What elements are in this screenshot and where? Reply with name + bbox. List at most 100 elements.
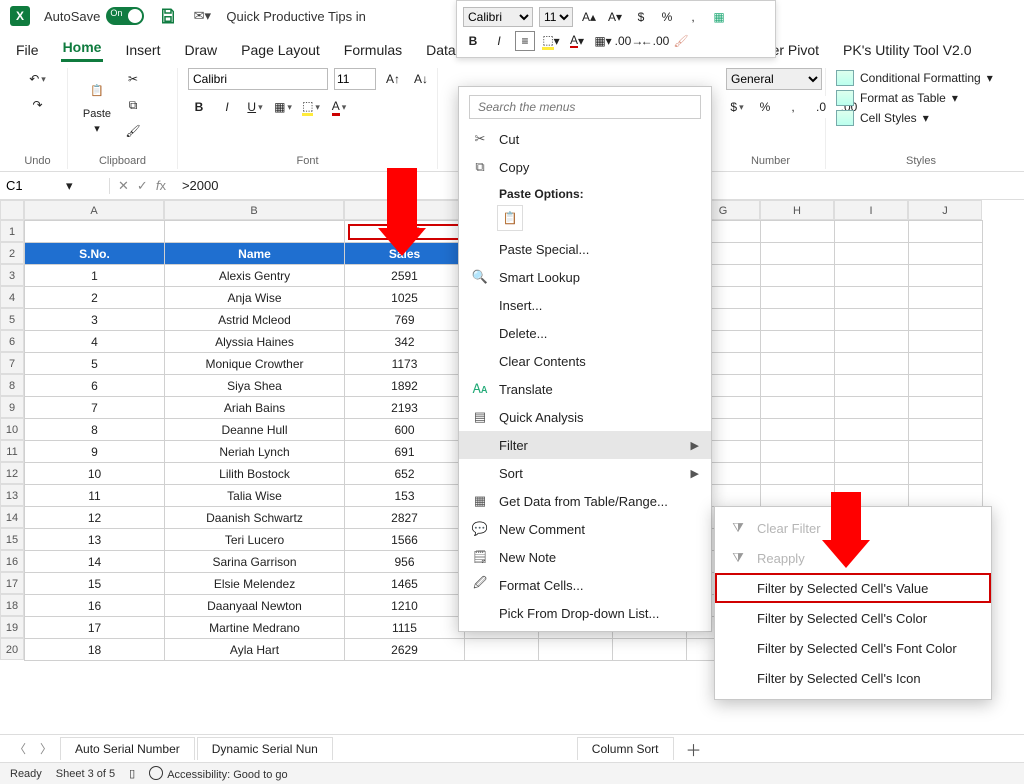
mini-font-name[interactable]: Calibri — [463, 7, 533, 27]
tab-draw[interactable]: Draw — [182, 38, 219, 62]
align-icon[interactable]: ≡ — [515, 31, 535, 51]
ctx-paste-special[interactable]: Paste Special... — [459, 235, 711, 263]
row-header[interactable]: 2 — [0, 242, 24, 264]
accessibility-status[interactable]: Accessibility: Good to go — [149, 766, 287, 781]
ctx-get-data[interactable]: ▦Get Data from Table/Range... — [459, 487, 711, 515]
undo-button[interactable]: ↶ — [27, 68, 49, 90]
cancel-fx-icon[interactable]: ✕ — [118, 178, 129, 194]
shrink-font-icon[interactable]: A↓ — [410, 68, 432, 90]
border-icon[interactable]: ▦▾ — [593, 31, 613, 51]
sheet-tab[interactable]: Auto Serial Number — [60, 737, 195, 760]
tab-utility[interactable]: PK's Utility Tool V2.0 — [841, 38, 973, 62]
row-header[interactable]: 6 — [0, 330, 24, 352]
table-icon[interactable]: ▦ — [709, 7, 729, 27]
painter-icon[interactable]: 🖌 — [122, 120, 144, 142]
row-header[interactable]: 8 — [0, 374, 24, 396]
decrease-font-icon[interactable]: A▾ — [605, 7, 625, 27]
mail-icon[interactable]: ✉▾ — [192, 6, 212, 26]
number-format-combo[interactable]: General — [726, 68, 822, 90]
underline-button[interactable]: U — [244, 96, 266, 118]
ctx-translate[interactable]: 🗛Translate — [459, 375, 711, 403]
sub-filter-font-color[interactable]: Filter by Selected Cell's Font Color — [715, 633, 991, 663]
col-header[interactable]: I — [834, 200, 908, 220]
ctx-pick-list[interactable]: Pick From Drop-down List... — [459, 599, 711, 627]
row-header[interactable]: 1 — [0, 220, 24, 242]
comma-button[interactable]: , — [782, 96, 804, 118]
tab-pagelayout[interactable]: Page Layout — [239, 38, 322, 62]
row-header[interactable]: 10 — [0, 418, 24, 440]
row-header[interactable]: 3 — [0, 264, 24, 286]
ctx-new-note[interactable]: 🗒New Note — [459, 543, 711, 571]
bold-icon[interactable]: B — [463, 31, 483, 51]
ctx-format-cells[interactable]: 🖉Format Cells... — [459, 571, 711, 599]
cell-styles-button[interactable]: Cell Styles ▾ — [836, 108, 1006, 128]
italic-button[interactable]: I — [216, 96, 238, 118]
cut-icon[interactable]: ✂ — [122, 68, 144, 90]
save-icon[interactable] — [158, 6, 178, 26]
col-header[interactable]: J — [908, 200, 982, 220]
tab-data[interactable]: Data — [424, 38, 458, 62]
sub-filter-icon[interactable]: Filter by Selected Cell's Icon — [715, 663, 991, 693]
row-header[interactable]: 13 — [0, 484, 24, 506]
sheet-tab[interactable]: Column Sort — [577, 737, 674, 760]
ctx-new-comment[interactable]: 💬New Comment — [459, 515, 711, 543]
sheet-next-icon[interactable]: 〉 — [34, 740, 58, 757]
percent-icon[interactable]: % — [657, 7, 677, 27]
ctx-sort[interactable]: Sort▶ — [459, 459, 711, 487]
ctx-clear[interactable]: Clear Contents — [459, 347, 711, 375]
row-header[interactable]: 5 — [0, 308, 24, 330]
copy-icon[interactable]: ⧉ — [122, 94, 144, 116]
macro-rec-icon[interactable]: ▯ — [129, 767, 135, 780]
row-header[interactable]: 15 — [0, 528, 24, 550]
row-headers[interactable]: 1234567891011121314151617181920 — [0, 220, 24, 661]
menu-search-input[interactable] — [469, 95, 701, 119]
row-header[interactable]: 4 — [0, 286, 24, 308]
ctx-filter[interactable]: Filter▶ — [459, 431, 711, 459]
font-color-icon[interactable]: A▾ — [567, 31, 587, 51]
ctx-smart-lookup[interactable]: 🔍Smart Lookup — [459, 263, 711, 291]
fx-icon[interactable]: fx — [156, 178, 166, 194]
tab-insert[interactable]: Insert — [123, 38, 162, 62]
ctx-quick-analysis[interactable]: ▤Quick Analysis — [459, 403, 711, 431]
enter-fx-icon[interactable]: ✓ — [137, 178, 148, 194]
row-header[interactable]: 14 — [0, 506, 24, 528]
font-color-button[interactable]: A — [328, 96, 350, 118]
fill-color-icon[interactable]: ⬚▾ — [541, 31, 561, 51]
inc-decimal-icon[interactable]: ←.00 — [645, 31, 665, 51]
ctx-delete[interactable]: Delete... — [459, 319, 711, 347]
tab-home[interactable]: Home — [61, 35, 104, 62]
grow-font-icon[interactable]: A↑ — [382, 68, 404, 90]
mini-font-size[interactable]: 11 — [539, 7, 573, 27]
dec-decimal-icon[interactable]: .00→ — [619, 31, 639, 51]
sub-filter-value[interactable]: Filter by Selected Cell's Value — [715, 573, 991, 603]
sheet-prev-icon[interactable]: 〈 — [8, 740, 32, 757]
paste-button[interactable]: 📋 Paste▾ — [78, 74, 116, 137]
add-sheet-icon[interactable]: ＋ — [676, 737, 712, 761]
ctx-copy[interactable]: ⧉Copy — [459, 153, 711, 181]
bold-button[interactable]: B — [188, 96, 210, 118]
format-painter-icon[interactable]: 🖌 — [671, 31, 691, 51]
name-box[interactable] — [6, 178, 66, 193]
ctx-insert[interactable]: Insert... — [459, 291, 711, 319]
row-header[interactable]: 7 — [0, 352, 24, 374]
row-header[interactable]: 11 — [0, 440, 24, 462]
font-size-combo[interactable] — [334, 68, 376, 90]
row-header[interactable]: 20 — [0, 638, 24, 660]
sub-filter-color[interactable]: Filter by Selected Cell's Color — [715, 603, 991, 633]
italic-icon[interactable]: I — [489, 31, 509, 51]
percent-button[interactable]: % — [754, 96, 776, 118]
row-header[interactable]: 12 — [0, 462, 24, 484]
cond-fmt-button[interactable]: Conditional Formatting ▾ — [836, 68, 1006, 88]
row-header[interactable]: 18 — [0, 594, 24, 616]
redo-button[interactable]: ↷ — [27, 94, 49, 116]
fmt-table-button[interactable]: Format as Table ▾ — [836, 88, 1006, 108]
col-header[interactable]: B — [164, 200, 344, 220]
row-header[interactable]: 16 — [0, 550, 24, 572]
font-name-combo[interactable] — [188, 68, 328, 90]
col-header[interactable]: A — [24, 200, 164, 220]
paste-option-icon[interactable]: 📋 — [497, 205, 523, 231]
comma-icon[interactable]: , — [683, 7, 703, 27]
row-header[interactable]: 19 — [0, 616, 24, 638]
accounting-icon[interactable]: $ — [726, 96, 748, 118]
borders-button[interactable]: ▦ — [272, 96, 294, 118]
